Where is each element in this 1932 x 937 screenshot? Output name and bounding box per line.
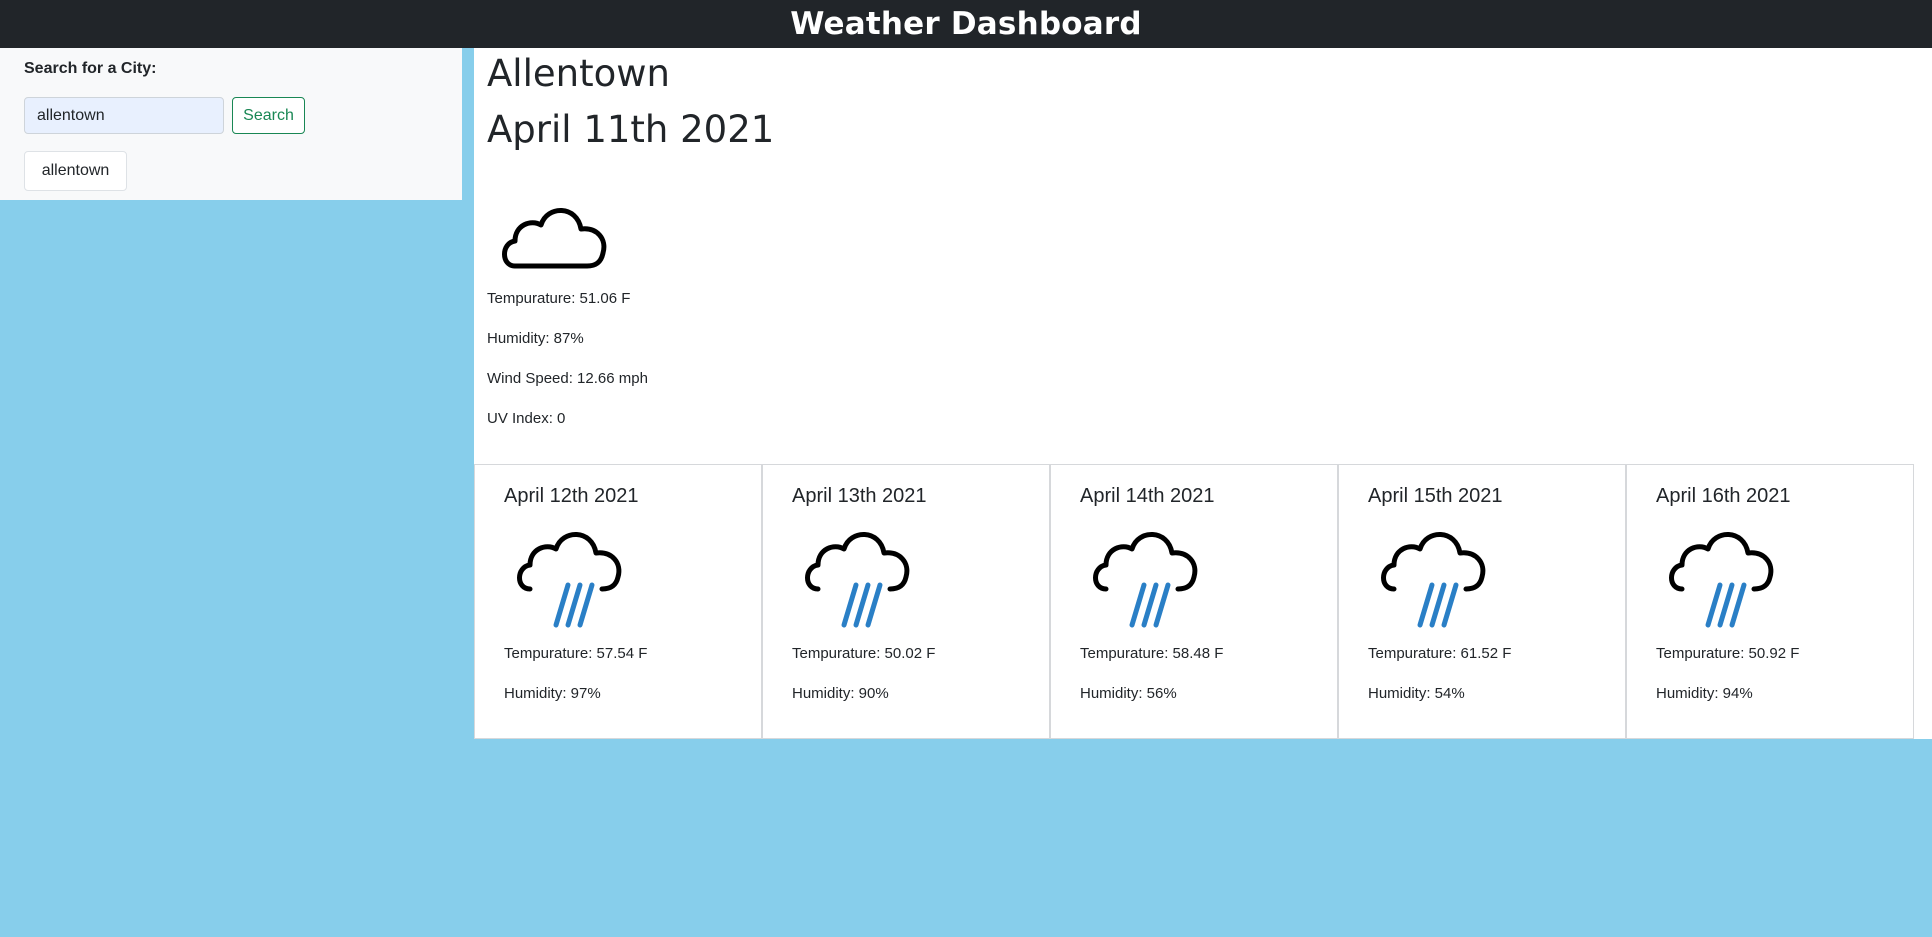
forecast-card: April 13th 2021 Tempurature: 50.02 F Hum…	[762, 464, 1050, 739]
forecast-card: April 16th 2021 Tempurature: 50.92 F Hum…	[1626, 464, 1914, 739]
current-wind-speed: Wind Speed: 12.66 mph	[487, 370, 648, 387]
history-button-allentown[interactable]: allentown	[24, 151, 127, 191]
forecast-temperature: Tempurature: 58.48 F	[1080, 645, 1224, 662]
forecast-date: April 12th 2021	[504, 485, 639, 507]
forecast-date: April 15th 2021	[1368, 485, 1503, 507]
forecast-card: April 12th 2021 Tempurature: 57.54 F Hum…	[474, 464, 762, 739]
rain-icon	[1669, 532, 1774, 628]
city-search-input[interactable]	[24, 97, 224, 134]
current-date: April 11th 2021	[487, 108, 775, 151]
current-humidity: Humidity: 87%	[487, 330, 584, 347]
current-uv-index: UV Index: 0	[487, 410, 566, 427]
search-label: Search for a City:	[24, 60, 157, 77]
forecast-date: April 14th 2021	[1080, 485, 1215, 507]
rain-icon	[805, 532, 910, 628]
forecast-temperature: Tempurature: 50.92 F	[1656, 645, 1800, 662]
forecast-date: April 13th 2021	[792, 485, 927, 507]
app-header: Weather Dashboard	[0, 0, 1932, 48]
forecast-temperature: Tempurature: 61.52 F	[1368, 645, 1512, 662]
forecast-card: April 15th 2021 Tempurature: 61.52 F Hum…	[1338, 464, 1626, 739]
forecast-date: April 16th 2021	[1656, 485, 1791, 507]
forecast-humidity: Humidity: 56%	[1080, 685, 1177, 702]
forecast-humidity: Humidity: 97%	[504, 685, 601, 702]
city-name: Allentown	[487, 52, 670, 95]
current-weather-panel: Allentown April 11th 2021 Tempurature: 5…	[474, 48, 1932, 464]
page-title: Weather Dashboard	[790, 6, 1142, 42]
forecast-temperature: Tempurature: 57.54 F	[504, 645, 648, 662]
rain-icon	[517, 532, 622, 628]
forecast-humidity: Humidity: 94%	[1656, 685, 1753, 702]
search-button[interactable]: Search	[232, 97, 305, 134]
right-edge	[1920, 48, 1932, 464]
rain-icon	[1093, 532, 1198, 628]
forecast-row: April 12th 2021 Tempurature: 57.54 F Hum…	[474, 464, 1932, 739]
current-temperature: Tempurature: 51.06 F	[487, 290, 631, 307]
forecast-card: April 14th 2021 Tempurature: 58.48 F Hum…	[1050, 464, 1338, 739]
forecast-humidity: Humidity: 54%	[1368, 685, 1465, 702]
rain-icon	[1381, 532, 1486, 628]
search-sidebar: Search for a City: Search allentown	[0, 48, 462, 200]
forecast-humidity: Humidity: 90%	[792, 685, 889, 702]
forecast-temperature: Tempurature: 50.02 F	[792, 645, 936, 662]
